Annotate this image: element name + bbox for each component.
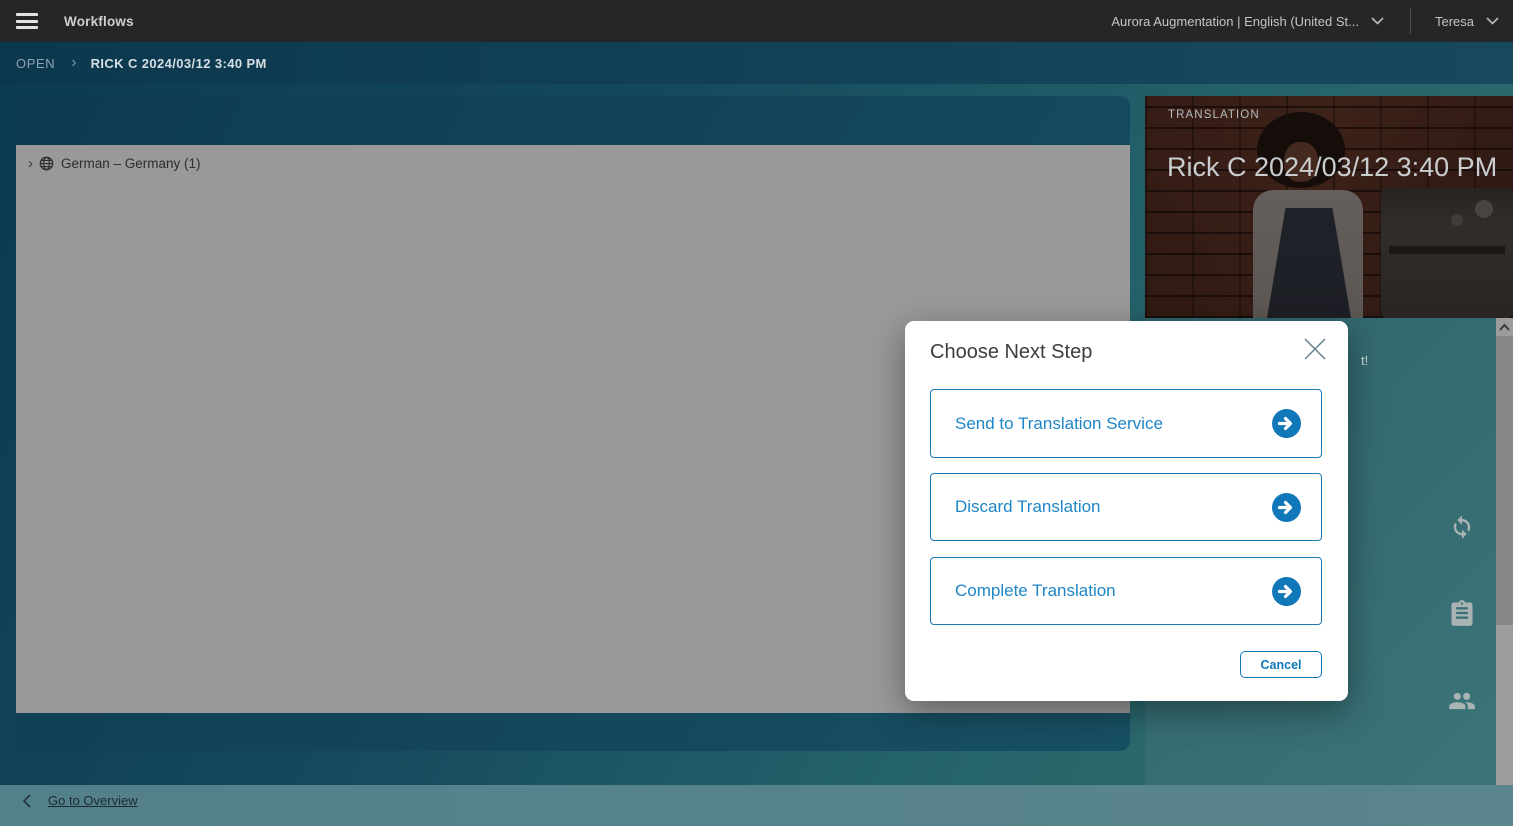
- app-title: Workflows: [64, 14, 134, 29]
- sidebar-partial-text: t!: [1361, 353, 1368, 368]
- go-to-overview-link[interactable]: Go to Overview: [22, 793, 138, 808]
- app-root: Workflows Aurora Augmentation | English …: [0, 0, 1513, 826]
- back-label: Go to Overview: [48, 793, 138, 808]
- site-language-selector[interactable]: Aurora Augmentation | English (United St…: [1111, 14, 1384, 29]
- scrollbar-thumb[interactable]: [1496, 625, 1513, 785]
- clipboard-button[interactable]: [1447, 599, 1477, 629]
- choose-next-step-dialog: Choose Next Step Send to Translation Ser…: [905, 321, 1348, 701]
- top-bar: Workflows Aurora Augmentation | English …: [0, 0, 1513, 42]
- option-send-to-translation-service[interactable]: Send to Translation Service: [930, 389, 1322, 458]
- translation-title: Rick C 2024/03/12 3:40 PM: [1167, 152, 1497, 183]
- tree-expander-icon[interactable]: ›: [28, 156, 33, 171]
- user-menu[interactable]: Teresa: [1435, 14, 1499, 29]
- chevron-right-icon: ›: [71, 54, 76, 72]
- chevron-down-icon: [1371, 17, 1384, 25]
- topbar-divider: [1410, 8, 1411, 34]
- clipboard-icon: [1448, 599, 1476, 627]
- site-language-label: Aurora Augmentation | English (United St…: [1111, 14, 1359, 29]
- people-icon: [1448, 687, 1476, 715]
- scroll-up-button[interactable]: [1496, 318, 1513, 336]
- sync-button[interactable]: [1447, 512, 1477, 542]
- option-discard-translation[interactable]: Discard Translation: [930, 473, 1322, 541]
- chevron-down-icon: [1486, 17, 1499, 25]
- hamburger-icon: [16, 13, 38, 16]
- chevron-left-icon: [22, 794, 32, 808]
- chevron-up-icon: [1499, 323, 1510, 331]
- breadcrumb-current: RICK C 2024/03/12 3:40 PM: [91, 56, 267, 71]
- translation-hero-image: TRANSLATION Rick C 2024/03/12 3:40 PM: [1145, 96, 1513, 318]
- breadcrumb-open[interactable]: OPEN: [16, 56, 55, 71]
- option-label: Complete Translation: [955, 581, 1116, 601]
- image-overlay: [1145, 96, 1513, 318]
- close-icon: [1303, 337, 1327, 361]
- globe-icon: [39, 156, 54, 171]
- arrow-right-circle-icon: [1272, 577, 1301, 606]
- close-button[interactable]: [1302, 337, 1328, 363]
- user-name: Teresa: [1435, 14, 1474, 29]
- action-bar: Go to Overview Download XLIFF Open in Co…: [0, 785, 1513, 826]
- tree-item-german-germany[interactable]: › German – Germany (1): [16, 149, 1130, 177]
- dialog-title: Choose Next Step: [930, 341, 1092, 364]
- cancel-button[interactable]: Cancel: [1240, 651, 1322, 678]
- option-complete-translation[interactable]: Complete Translation: [930, 557, 1322, 625]
- arrow-right-circle-icon: [1272, 493, 1301, 522]
- sidebar-eyebrow: TRANSLATION: [1168, 109, 1260, 121]
- menu-button[interactable]: [16, 13, 38, 29]
- option-label: Discard Translation: [955, 497, 1101, 517]
- people-button[interactable]: [1447, 687, 1477, 717]
- tree-item-label: German – Germany (1): [61, 156, 201, 171]
- topbar-right: Aurora Augmentation | English (United St…: [1111, 0, 1499, 42]
- breadcrumb: OPEN › RICK C 2024/03/12 3:40 PM: [0, 42, 1513, 84]
- arrow-right-circle-icon: [1272, 409, 1301, 438]
- scrollbar[interactable]: [1496, 318, 1513, 785]
- option-label: Send to Translation Service: [955, 414, 1163, 434]
- sync-icon: [1448, 512, 1476, 540]
